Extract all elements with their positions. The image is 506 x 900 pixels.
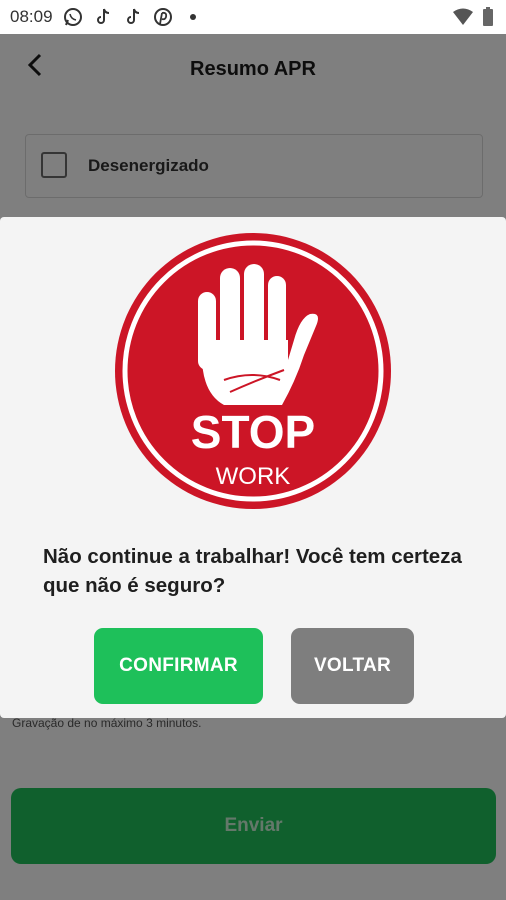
tiktok-icon	[123, 7, 143, 27]
dialog-message: Não continue a trabalhar! Você tem certe…	[43, 545, 462, 597]
confirm-button[interactable]: CONFIRMAR	[94, 628, 263, 704]
dot-icon	[183, 7, 203, 27]
stop-work-sign: STOP WORK	[112, 230, 394, 512]
status-time: 08:09	[10, 7, 53, 26]
stop-text: STOP	[191, 406, 315, 458]
back-button[interactable]: VOLTAR	[291, 628, 414, 704]
confirm-button-label: CONFIRMAR	[119, 655, 238, 676]
pinterest-icon	[153, 7, 173, 27]
confirm-dialog: STOP WORK Não continue a trabalhar! Você…	[0, 217, 506, 718]
back-button-label: VOLTAR	[313, 655, 392, 676]
wifi-icon	[452, 8, 474, 31]
work-text: WORK	[216, 463, 291, 490]
battery-icon	[482, 7, 494, 32]
whatsapp-icon	[63, 7, 83, 27]
status-bar: 08:09	[0, 0, 506, 34]
tiktok-icon	[93, 7, 113, 27]
